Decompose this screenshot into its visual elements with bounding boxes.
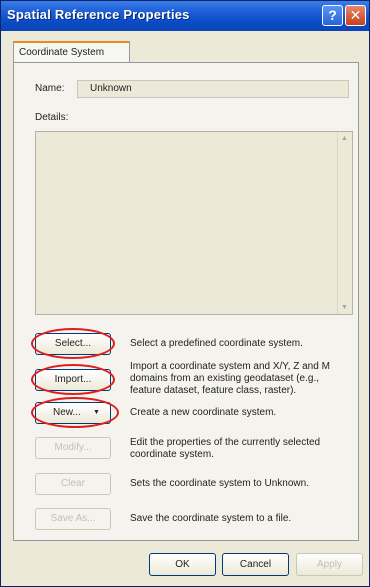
tab-coordinate-system[interactable]: Coordinate System (13, 41, 130, 63)
import-button[interactable]: Import... (35, 369, 111, 391)
modify-description: Edit the properties of the currently sel… (130, 437, 321, 460)
save-as-description: Save the coordinate system to a file. (130, 513, 292, 524)
cancel-button[interactable]: Cancel (222, 553, 289, 576)
triangle-down-icon: ▼ (93, 409, 100, 416)
new-description: Create a new coordinate system. (130, 407, 277, 418)
window-title: Spatial Reference Properties (7, 7, 190, 22)
select-button[interactable]: Select... (35, 333, 111, 355)
ok-button[interactable]: OK (149, 553, 216, 576)
details-scrollbar[interactable]: ▲ ▼ (337, 132, 352, 314)
clear-description: Sets the coordinate system to Unknown. (130, 478, 309, 489)
import-description: Import a coordinate system and X/Y, Z an… (130, 361, 330, 396)
apply-button[interactable]: Apply (296, 553, 363, 576)
title-bar[interactable]: Spatial Reference Properties ? ✕ (1, 1, 369, 31)
help-button[interactable]: ? (322, 5, 343, 26)
name-label: Name: (35, 83, 65, 94)
new-button-label: New... (53, 407, 81, 418)
spatial-reference-dialog: Spatial Reference Properties ? ✕ Coordin… (0, 0, 370, 587)
modify-button[interactable]: Modify... (35, 437, 111, 459)
clear-button[interactable]: Clear (35, 473, 111, 495)
details-label: Details: (35, 112, 69, 123)
details-textbox[interactable]: ▲ ▼ (35, 131, 353, 315)
close-button[interactable]: ✕ (345, 5, 366, 26)
scroll-up-icon[interactable]: ▲ (341, 135, 348, 142)
scroll-down-icon[interactable]: ▼ (341, 304, 348, 311)
save-as-button[interactable]: Save As... (35, 508, 111, 530)
name-field: Unknown (77, 80, 349, 98)
new-button[interactable]: New... ▼ (35, 402, 111, 424)
select-description: Select a predefined coordinate system. (130, 338, 303, 349)
